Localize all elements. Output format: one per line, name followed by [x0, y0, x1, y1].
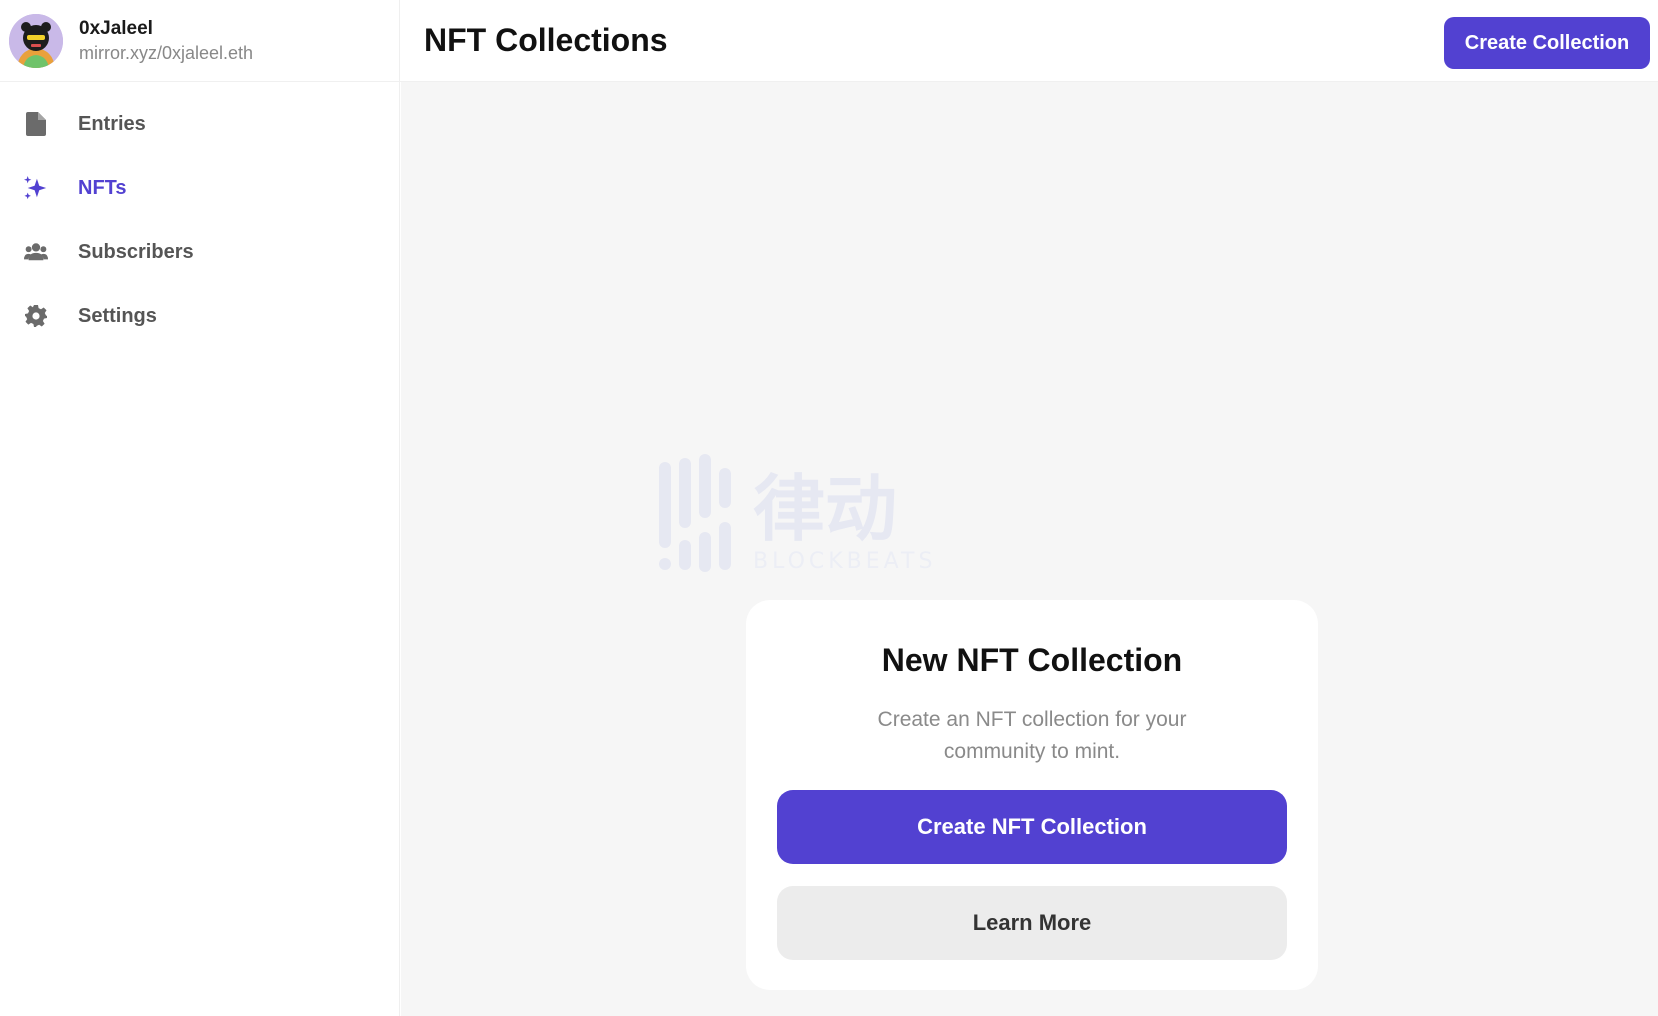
watermark-sub-text: BLOCKBEATS [753, 549, 936, 574]
users-icon [24, 240, 48, 264]
profile-url[interactable]: mirror.xyz/0xjaleel.eth [79, 41, 253, 65]
sidebar-item-entries[interactable]: Entries [0, 92, 399, 156]
blockbeats-watermark: 律动 BLOCKBEATS [653, 452, 993, 582]
sidebar-item-label: Settings [78, 304, 157, 327]
gear-icon [24, 304, 48, 328]
page-header: NFT Collections Create Collection [400, 0, 1658, 82]
watermark-main-text: 律动 [753, 467, 897, 551]
sidebar-nav: Entries NFTs Subscribers Settings [0, 82, 399, 348]
sidebar-item-subscribers[interactable]: Subscribers [0, 220, 399, 284]
create-nft-collection-button[interactable]: Create NFT Collection [777, 790, 1287, 864]
card-description: Create an NFT collection for your commun… [877, 708, 1187, 763]
profile-header[interactable]: 0xJaleel mirror.xyz/0xjaleel.eth [0, 0, 399, 82]
profile-name: 0xJaleel [79, 17, 153, 39]
sidebar-item-label: Subscribers [78, 240, 194, 263]
main-content: 律动 BLOCKBEATS New NFT Collection Create … [401, 82, 1658, 1016]
new-collection-card: New NFT Collection Create an NFT collect… [746, 600, 1318, 990]
app-window: 0xJaleel mirror.xyz/0xjaleel.eth Entries [0, 0, 1658, 1016]
document-icon [24, 112, 48, 136]
card-title: New NFT Collection [881, 642, 1183, 678]
sidebar: 0xJaleel mirror.xyz/0xjaleel.eth Entries [0, 0, 400, 1016]
sparkles-icon [24, 176, 48, 200]
sidebar-item-label: Entries [78, 112, 146, 135]
avatar[interactable] [9, 13, 63, 68]
sidebar-item-nfts[interactable]: NFTs [0, 156, 399, 220]
learn-more-button[interactable]: Learn More [777, 886, 1287, 960]
create-collection-button[interactable]: Create Collection [1444, 17, 1650, 69]
sidebar-item-settings[interactable]: Settings [0, 284, 399, 348]
sidebar-item-label: NFTs [78, 176, 127, 199]
page-title: NFT Collections [424, 22, 668, 58]
